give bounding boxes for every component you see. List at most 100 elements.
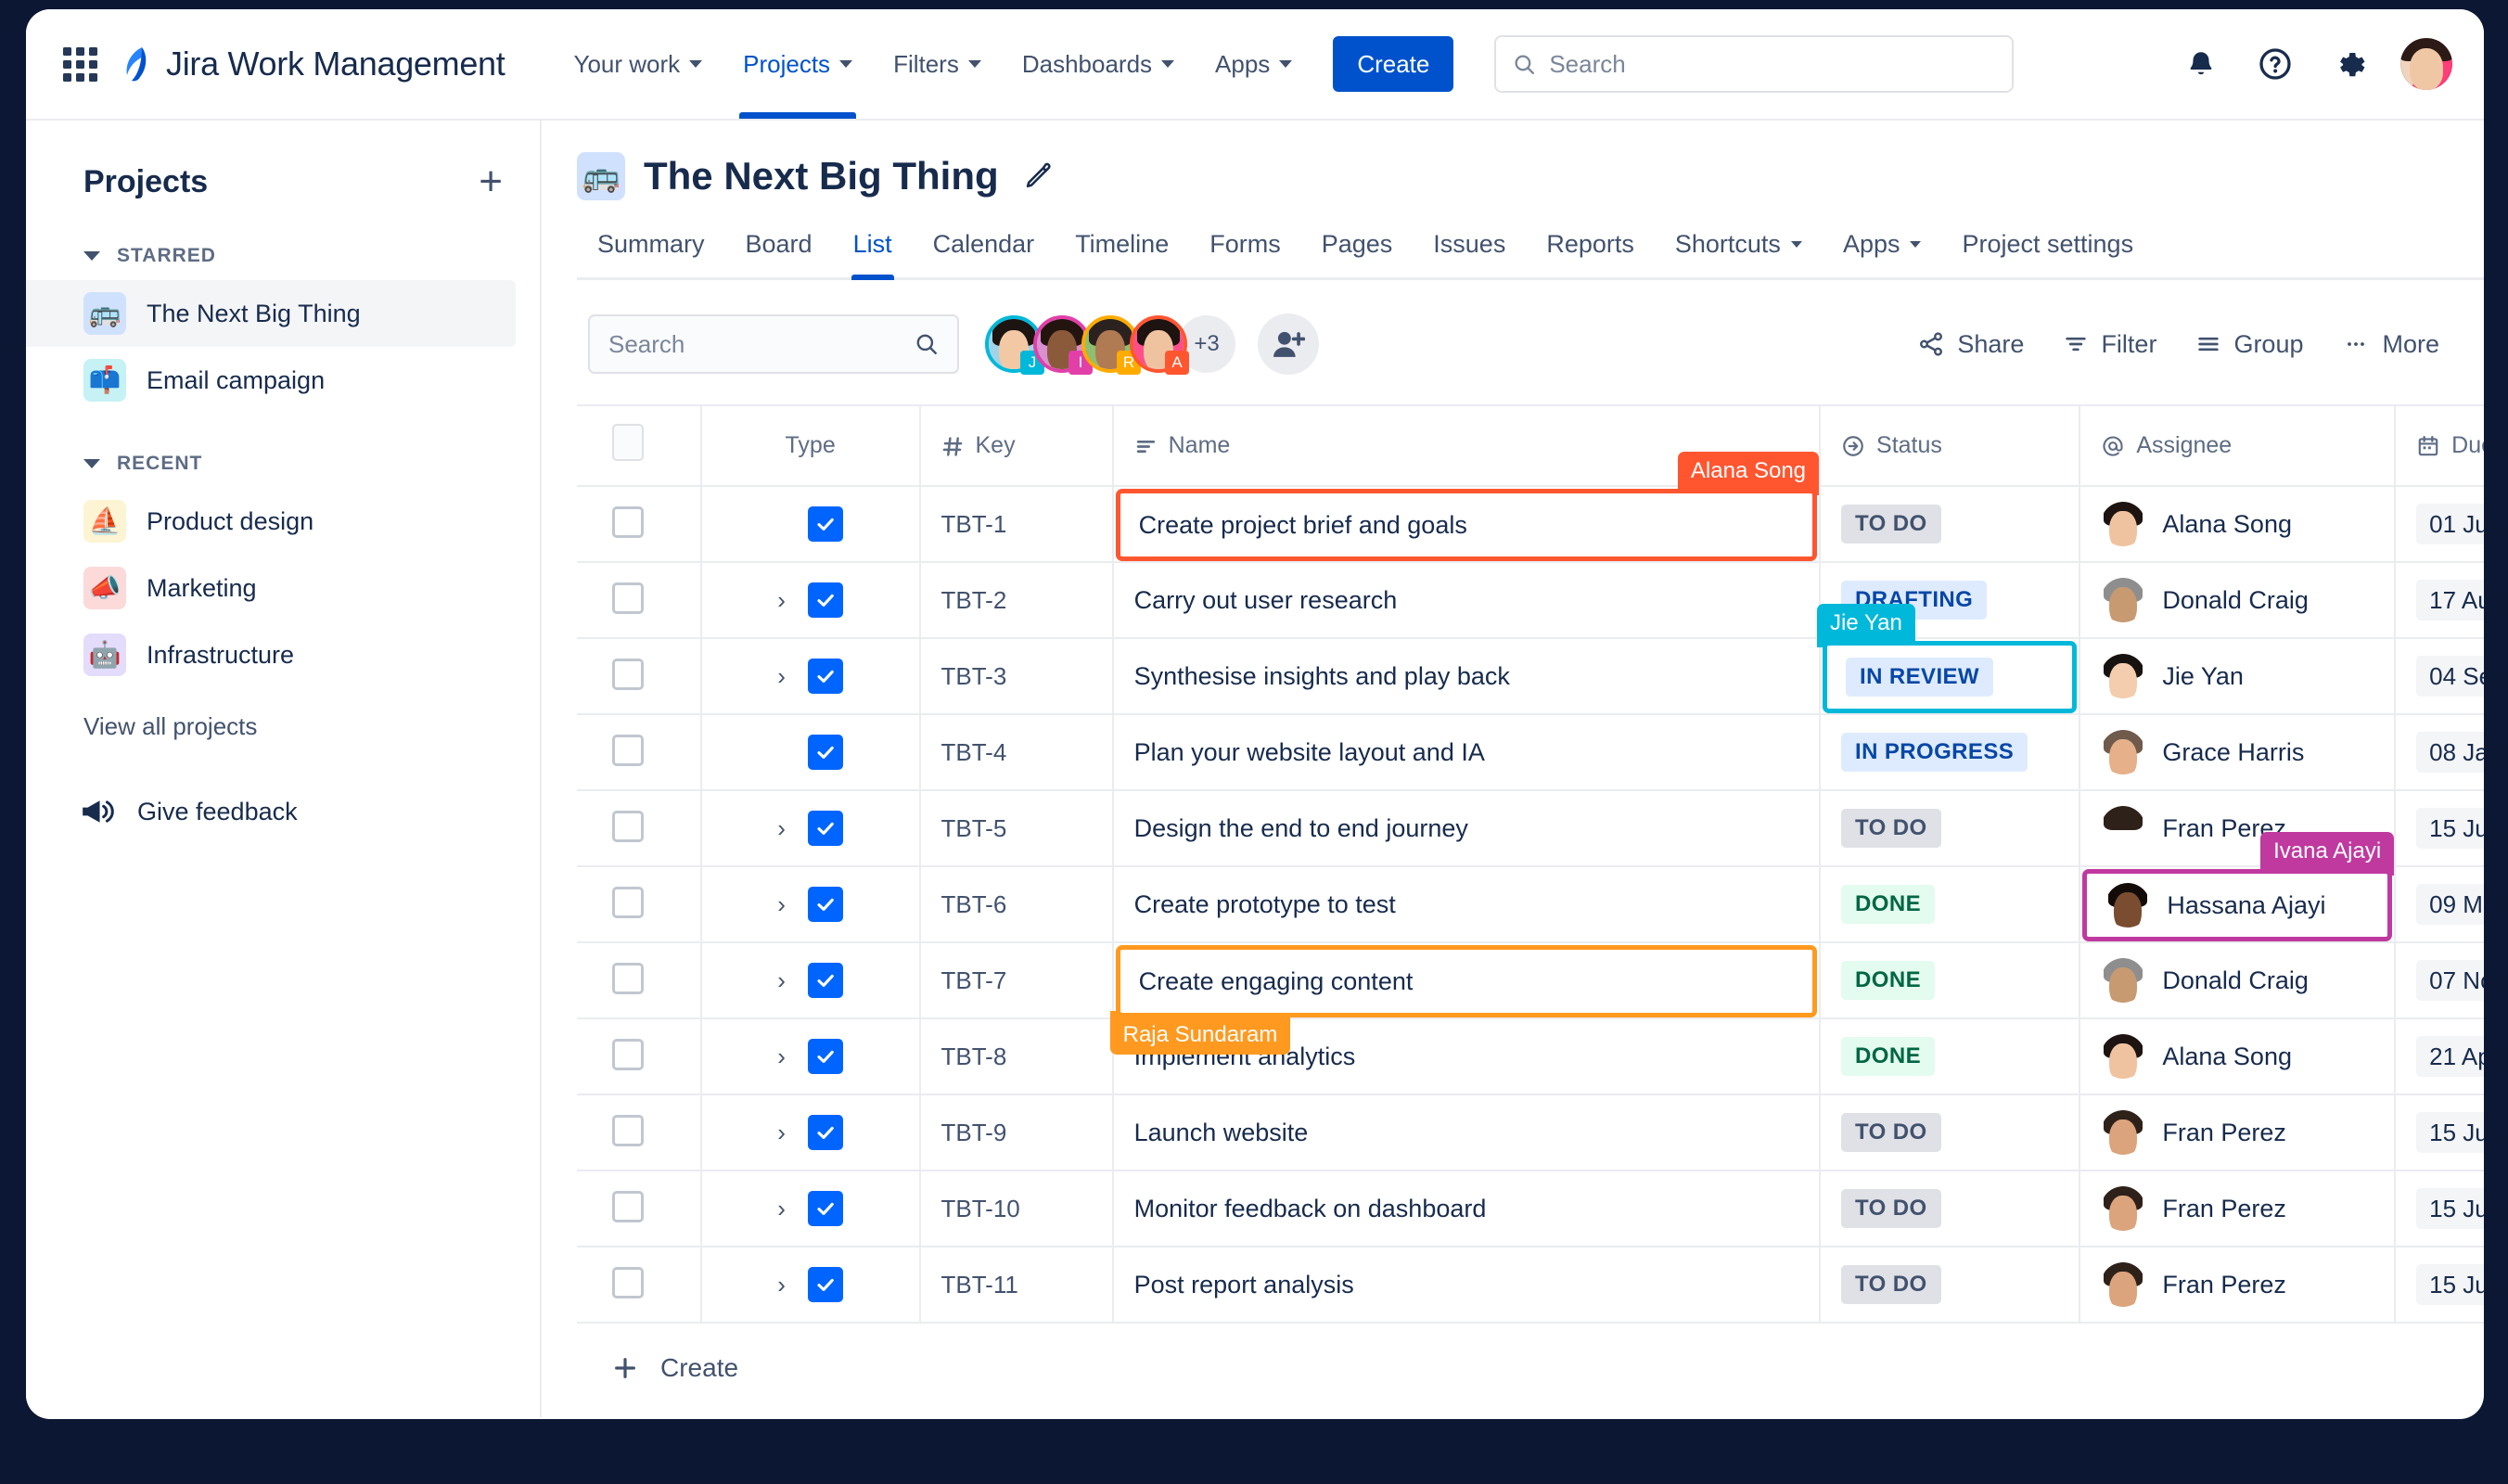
checkbox-icon[interactable] [612,1114,645,1146]
row-status-cell[interactable]: DONE [1820,1018,2081,1095]
row-assignee-cell[interactable]: Fran Perez [2079,1247,2397,1324]
row-status-cell[interactable]: TO DO [1820,486,2081,563]
give-feedback-button[interactable]: Give feedback [26,797,540,826]
row-key-cell[interactable]: TBT-5 [919,790,1114,867]
row-type-cell[interactable]: › [700,638,921,715]
row-status-cell[interactable]: Jie Yan IN REVIEW [1817,604,2081,715]
row-name-cell[interactable]: Design the end to end journey [1112,790,1822,867]
row-assignee-cell[interactable]: Donald Craig [2079,942,2397,1019]
sidebar-item-product-design[interactable]: ⛵ Product design [26,488,516,555]
edit-pencil-icon[interactable] [1023,159,1055,195]
row-assignee-cell[interactable]: Fran Perez [2079,1094,2397,1171]
row-type-cell[interactable]: › [700,562,921,639]
status-badge[interactable]: IN REVIEW [1846,658,1993,697]
status-badge[interactable]: TO DO [1841,1113,1941,1152]
row-name-cell[interactable]: Synthesise insights and play back [1112,638,1822,715]
tab-list[interactable]: List [833,224,913,280]
expand-chevron-icon[interactable]: › [777,1271,786,1299]
row-type-cell[interactable]: › [700,1094,921,1171]
table-row[interactable]: › TBT-9 Launch website TO DO Fran Perez 15 Ju… [577,1094,2484,1171]
expand-chevron-icon[interactable]: › [777,1043,786,1071]
row-type-cell[interactable]: › [700,866,921,943]
tab-calendar[interactable]: Calendar [913,224,1056,277]
nav-projects[interactable]: Projects [726,9,869,119]
row-name-cell[interactable]: Create prototype to test [1112,866,1822,943]
row-assignee-cell[interactable]: Ivana Ajayi Hassana Ajayi [2079,832,2397,943]
row-assignee-cell[interactable]: Donald Craig [2079,562,2397,639]
user-avatar[interactable] [2400,38,2452,90]
table-row[interactable]: › TBT-5 Design the end to end journey TO DO… [577,790,2484,867]
row-checkbox-cell[interactable] [577,1094,702,1171]
row-name-cell[interactable]: Post report analysis [1112,1247,1822,1324]
sidebar-group-recent[interactable]: RECENT [26,453,540,475]
expand-chevron-icon[interactable]: › [777,890,786,919]
status-badge[interactable]: TO DO [1841,1189,1941,1228]
row-checkbox-cell[interactable] [577,638,702,715]
column-header-status[interactable]: Status [1820,406,2081,487]
nav-apps[interactable]: Apps [1198,9,1309,119]
row-assignee-cell[interactable]: Fran Perez [2079,1171,2397,1247]
row-type-cell[interactable]: › [700,790,921,867]
row-due-date-cell[interactable]: 07 Nov, 2 [2395,942,2484,1019]
table-row[interactable]: › TBT-6 Create prototype to test DONE Ivana … [577,832,2484,943]
row-checkbox-cell[interactable] [577,1171,702,1247]
row-due-date-cell[interactable]: 15 July, 2 [2395,1247,2484,1324]
status-badge[interactable]: TO DO [1841,1265,1941,1304]
table-row[interactable]: › TBT-8 Implement analytics DONE Alana Song 2… [577,1018,2484,1095]
expand-chevron-icon[interactable]: › [777,662,786,691]
status-badge[interactable]: TO DO [1841,809,1941,848]
row-key-cell[interactable]: TBT-10 [919,1171,1114,1247]
expand-chevron-icon[interactable]: › [777,966,786,995]
row-name-cell[interactable]: Monitor feedback on dashboard [1112,1171,1822,1247]
assignee[interactable]: Hassana Ajayi [2105,883,2325,928]
row-key-cell[interactable]: TBT-2 [919,562,1114,639]
status-badge[interactable]: TO DO [1841,505,1941,544]
row-checkbox-cell[interactable] [577,714,702,791]
row-name-cell[interactable]: Plan your website layout and IA [1112,714,1822,791]
assignee[interactable]: Fran Perez [2101,1262,2374,1307]
tab-apps[interactable]: Apps [1823,224,1942,277]
row-status-cell[interactable]: DONE [1820,942,2081,1019]
create-issue-row[interactable]: Create [577,1324,2484,1413]
assignee[interactable]: Fran Perez [2101,1110,2374,1155]
row-due-date-cell[interactable]: 17 Aug, 2 [2395,562,2484,639]
row-checkbox-cell[interactable] [577,790,702,867]
row-type-cell[interactable]: › [700,942,921,1019]
create-button[interactable]: Create [1333,36,1454,92]
tab-project-settings[interactable]: Project settings [1941,224,2154,277]
checkbox-icon[interactable] [612,424,645,461]
row-due-date-cell[interactable]: 04 Sept, [2395,638,2484,715]
view-all-projects-link[interactable]: View all projects [26,688,540,741]
assignee[interactable]: Fran Perez [2101,1186,2374,1231]
expand-chevron-icon[interactable]: › [777,1195,786,1223]
checkbox-icon[interactable] [612,658,645,690]
row-name-cell[interactable]: Launch website [1112,1094,1822,1171]
grid-apps-icon[interactable] [63,46,97,82]
table-row[interactable]: › TBT-10 Monitor feedback on dashboard TO D… [577,1171,2484,1247]
row-checkbox-cell[interactable] [577,1247,702,1324]
row-assignee-cell[interactable]: Jie Yan [2079,638,2397,715]
global-search-input[interactable] [1549,49,1996,79]
tab-shortcuts[interactable]: Shortcuts [1655,224,1823,277]
row-type-cell[interactable]: › [700,1018,921,1095]
row-assignee-cell[interactable]: Alana Song [2079,1018,2397,1095]
sidebar-item-marketing[interactable]: 📣 Marketing [26,555,516,621]
add-person-icon[interactable] [1258,313,1319,375]
nav-filters[interactable]: Filters [877,9,998,119]
settings-gear-icon[interactable] [2326,41,2373,87]
row-checkbox-cell[interactable] [577,1018,702,1095]
sidebar-group-starred[interactable]: STARRED [26,245,540,267]
nav-your-work[interactable]: Your work [557,9,719,119]
assignee[interactable]: Jie Yan [2101,654,2374,698]
row-due-date-cell[interactable]: 01 June, [2395,486,2484,563]
table-row[interactable]: › TBT-4 Plan your website layout and IA IN … [577,714,2484,791]
column-header-type[interactable]: Type [700,406,921,487]
tab-board[interactable]: Board [725,224,833,277]
checkbox-icon[interactable] [612,582,645,614]
row-type-cell[interactable]: › [700,714,921,791]
row-name-cell[interactable]: Alana Song Create project brief and goals [1112,452,1822,563]
list-search-input[interactable] [608,329,915,359]
row-assignee-cell[interactable]: Alana Song [2079,486,2397,563]
avatar[interactable]: A [1130,315,1189,375]
checkbox-icon[interactable] [612,505,645,538]
